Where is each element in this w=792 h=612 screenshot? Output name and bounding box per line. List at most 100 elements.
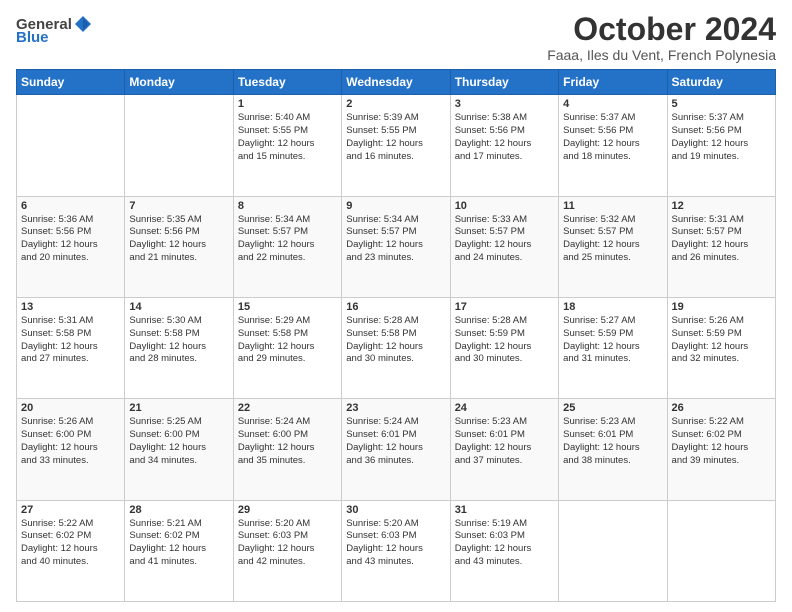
day-number: 16 — [346, 301, 445, 313]
cell-content: Sunrise: 5:29 AM Sunset: 5:58 PM Dayligh… — [238, 315, 337, 366]
day-number: 20 — [21, 402, 120, 414]
day-number: 10 — [455, 200, 554, 212]
day-number: 24 — [455, 402, 554, 414]
month-title: October 2024 — [547, 12, 776, 47]
cell-content: Sunrise: 5:36 AM Sunset: 5:56 PM Dayligh… — [21, 214, 120, 265]
table-row: 30 Sunrise: 5:20 AM Sunset: 6:03 PM Dayli… — [342, 500, 450, 601]
col-friday: Friday — [559, 70, 667, 95]
calendar-week-row: 20 Sunrise: 5:26 AM Sunset: 6:00 PM Dayli… — [17, 399, 776, 500]
table-row: 8Sunrise: 5:34 AM Sunset: 5:57 PM Daylig… — [233, 196, 341, 297]
table-row: 10 Sunrise: 5:33 AM Sunset: 5:57 PM Dayli… — [450, 196, 558, 297]
day-number: 29 — [238, 504, 337, 516]
cell-content: Sunrise: 5:40 AM Sunset: 5:55 PM Dayligh… — [238, 112, 337, 163]
day-number: 2 — [346, 98, 445, 110]
calendar-week-row: 6Sunrise: 5:36 AM Sunset: 5:56 PM Daylig… — [17, 196, 776, 297]
day-number: 7 — [129, 200, 228, 212]
cell-content: Sunrise: 5:37 AM Sunset: 5:56 PM Dayligh… — [672, 112, 771, 163]
table-row: 15 Sunrise: 5:29 AM Sunset: 5:58 PM Dayli… — [233, 297, 341, 398]
day-number: 13 — [21, 301, 120, 313]
title-area: October 2024 Faaa, Iles du Vent, French … — [547, 12, 776, 63]
day-number: 28 — [129, 504, 228, 516]
day-number: 18 — [563, 301, 662, 313]
cell-content: Sunrise: 5:24 AM Sunset: 6:01 PM Dayligh… — [346, 416, 445, 467]
cell-content: Sunrise: 5:34 AM Sunset: 5:57 PM Dayligh… — [346, 214, 445, 265]
table-row: 14 Sunrise: 5:30 AM Sunset: 5:58 PM Dayli… — [125, 297, 233, 398]
table-row — [17, 95, 125, 196]
day-number: 12 — [672, 200, 771, 212]
day-number: 31 — [455, 504, 554, 516]
table-row: 19Sunrise: 5:26 AM Sunset: 5:59 PM Dayli… — [667, 297, 775, 398]
cell-content: Sunrise: 5:23 AM Sunset: 6:01 PM Dayligh… — [563, 416, 662, 467]
table-row: 12 Sunrise: 5:31 AM Sunset: 5:57 PM Dayli… — [667, 196, 775, 297]
subtitle: Faaa, Iles du Vent, French Polynesia — [547, 47, 776, 63]
table-row: 5 Sunrise: 5:37 AM Sunset: 5:56 PM Daylig… — [667, 95, 775, 196]
day-number: 25 — [563, 402, 662, 414]
table-row: 11 Sunrise: 5:32 AM Sunset: 5:57 PM Dayli… — [559, 196, 667, 297]
cell-content: Sunrise: 5:22 AM Sunset: 6:02 PM Dayligh… — [672, 416, 771, 467]
table-row: 24 Sunrise: 5:23 AM Sunset: 6:01 PM Dayli… — [450, 399, 558, 500]
day-number: 30 — [346, 504, 445, 516]
cell-content: Sunrise: 5:20 AM Sunset: 6:03 PM Dayligh… — [346, 518, 445, 569]
cell-content: Sunrise: 5:39 AM Sunset: 5:55 PM Dayligh… — [346, 112, 445, 163]
day-number: 22 — [238, 402, 337, 414]
col-monday: Monday — [125, 70, 233, 95]
day-number: 3 — [455, 98, 554, 110]
col-wednesday: Wednesday — [342, 70, 450, 95]
cell-content: Sunrise: 5:33 AM Sunset: 5:57 PM Dayligh… — [455, 214, 554, 265]
table-row — [125, 95, 233, 196]
day-number: 21 — [129, 402, 228, 414]
table-row: 13Sunrise: 5:31 AM Sunset: 5:58 PM Dayli… — [17, 297, 125, 398]
table-row: 1 Sunrise: 5:40 AM Sunset: 5:55 PM Daylig… — [233, 95, 341, 196]
table-row — [559, 500, 667, 601]
table-row: 17Sunrise: 5:28 AM Sunset: 5:59 PM Dayli… — [450, 297, 558, 398]
day-number: 9 — [346, 200, 445, 212]
calendar-header-row: Sunday Monday Tuesday Wednesday Thursday… — [17, 70, 776, 95]
col-tuesday: Tuesday — [233, 70, 341, 95]
cell-content: Sunrise: 5:22 AM Sunset: 6:02 PM Dayligh… — [21, 518, 120, 569]
day-number: 4 — [563, 98, 662, 110]
table-row: 7 Sunrise: 5:35 AM Sunset: 5:56 PM Daylig… — [125, 196, 233, 297]
cell-content: Sunrise: 5:27 AM Sunset: 5:59 PM Dayligh… — [563, 315, 662, 366]
cell-content: Sunrise: 5:20 AM Sunset: 6:03 PM Dayligh… — [238, 518, 337, 569]
cell-content: Sunrise: 5:31 AM Sunset: 5:57 PM Dayligh… — [672, 214, 771, 265]
col-thursday: Thursday — [450, 70, 558, 95]
cell-content: Sunrise: 5:35 AM Sunset: 5:56 PM Dayligh… — [129, 214, 228, 265]
cell-content: Sunrise: 5:28 AM Sunset: 5:58 PM Dayligh… — [346, 315, 445, 366]
table-row: 3 Sunrise: 5:38 AM Sunset: 5:56 PM Daylig… — [450, 95, 558, 196]
day-number: 15 — [238, 301, 337, 313]
day-number: 23 — [346, 402, 445, 414]
table-row: 21Sunrise: 5:25 AM Sunset: 6:00 PM Dayli… — [125, 399, 233, 500]
day-number: 14 — [129, 301, 228, 313]
day-number: 8 — [238, 200, 337, 212]
day-number: 5 — [672, 98, 771, 110]
page: General Blue October 2024 Faaa, Iles du … — [0, 0, 792, 612]
table-row: 26 Sunrise: 5:22 AM Sunset: 6:02 PM Dayli… — [667, 399, 775, 500]
table-row: 22 Sunrise: 5:24 AM Sunset: 6:00 PM Dayli… — [233, 399, 341, 500]
table-row: 29 Sunrise: 5:20 AM Sunset: 6:03 PM Dayli… — [233, 500, 341, 601]
day-number: 26 — [672, 402, 771, 414]
logo-blue: Blue — [16, 29, 49, 46]
cell-content: Sunrise: 5:24 AM Sunset: 6:00 PM Dayligh… — [238, 416, 337, 467]
cell-content: Sunrise: 5:38 AM Sunset: 5:56 PM Dayligh… — [455, 112, 554, 163]
cell-content: Sunrise: 5:21 AM Sunset: 6:02 PM Dayligh… — [129, 518, 228, 569]
cell-content: Sunrise: 5:32 AM Sunset: 5:57 PM Dayligh… — [563, 214, 662, 265]
cell-content: Sunrise: 5:26 AM Sunset: 6:00 PM Dayligh… — [21, 416, 120, 467]
day-number: 1 — [238, 98, 337, 110]
table-row: 9 Sunrise: 5:34 AM Sunset: 5:57 PM Daylig… — [342, 196, 450, 297]
calendar-week-row: 27 Sunrise: 5:22 AM Sunset: 6:02 PM Dayli… — [17, 500, 776, 601]
calendar-table: Sunday Monday Tuesday Wednesday Thursday… — [16, 69, 776, 602]
table-row: 31Sunrise: 5:19 AM Sunset: 6:03 PM Dayli… — [450, 500, 558, 601]
cell-content: Sunrise: 5:30 AM Sunset: 5:58 PM Dayligh… — [129, 315, 228, 366]
table-row: 27 Sunrise: 5:22 AM Sunset: 6:02 PM Dayli… — [17, 500, 125, 601]
logo: General Blue — [16, 16, 92, 46]
header: General Blue October 2024 Faaa, Iles du … — [16, 12, 776, 63]
table-row: 23 Sunrise: 5:24 AM Sunset: 6:01 PM Dayli… — [342, 399, 450, 500]
day-number: 27 — [21, 504, 120, 516]
table-row: 20 Sunrise: 5:26 AM Sunset: 6:00 PM Dayli… — [17, 399, 125, 500]
cell-content: Sunrise: 5:26 AM Sunset: 5:59 PM Dayligh… — [672, 315, 771, 366]
cell-content: Sunrise: 5:23 AM Sunset: 6:01 PM Dayligh… — [455, 416, 554, 467]
day-number: 11 — [563, 200, 662, 212]
logo-flag-icon — [74, 15, 92, 33]
table-row — [667, 500, 775, 601]
day-number: 17 — [455, 301, 554, 313]
